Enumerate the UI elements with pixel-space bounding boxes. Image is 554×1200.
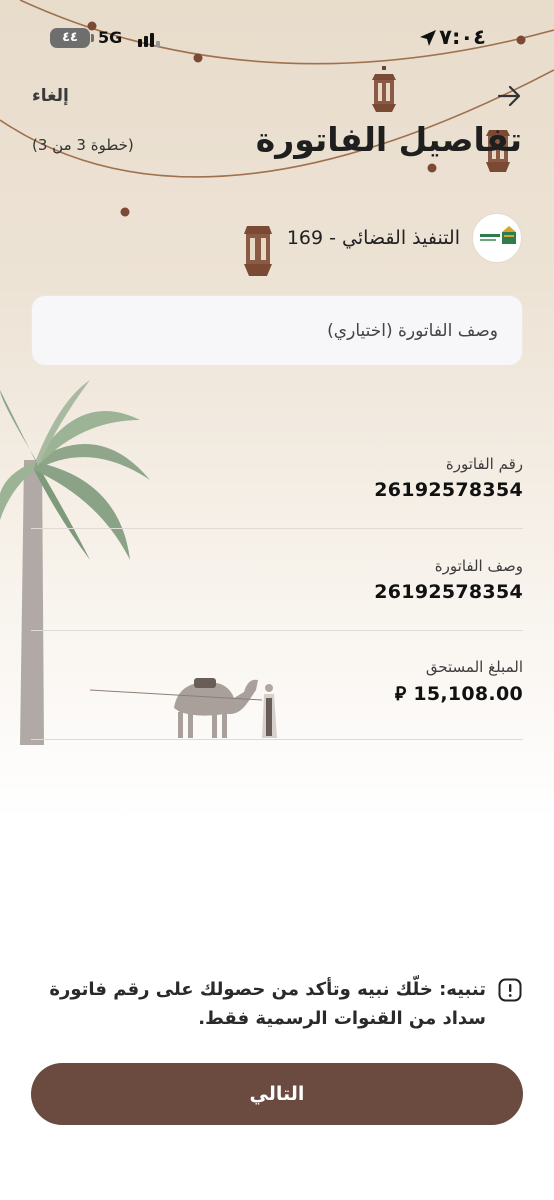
amount-value: ⃁ 15,108.00 <box>394 683 523 705</box>
signal-icon <box>138 29 162 47</box>
detail-label: رقم الفاتورة <box>445 455 523 473</box>
detail-bill-number: رقم الفاتورة 26192578354 <box>31 455 523 501</box>
network-label: 5G <box>98 28 123 47</box>
warning-text: تنبيه: خلّك نبيه وتأكد من حصولك على رقم … <box>49 979 486 1029</box>
divider <box>31 630 523 631</box>
exclamation-icon <box>498 978 522 1002</box>
biller-logo <box>472 213 522 263</box>
status-bar: ٤٤ 5G ٧:٠٤ <box>0 22 554 54</box>
next-button[interactable]: التالي <box>31 1063 523 1125</box>
detail-bill-description: وصف الفاتورة 26192578354 <box>31 557 523 603</box>
cancel-button[interactable]: إلغاء <box>32 86 69 106</box>
detail-value: 26192578354 <box>374 479 523 501</box>
page-title: تفاصيل الفاتورة <box>255 120 522 159</box>
step-indicator: (خطوة 3 من 3) <box>32 136 134 154</box>
biller-name: 169 - التنفيذ القضائي <box>286 227 460 249</box>
location-arrow-icon <box>420 30 436 46</box>
detail-label: المبلغ المستحق <box>425 658 523 676</box>
bill-description-input[interactable] <box>31 295 523 366</box>
detail-amount-due: المبلغ المستحق ⃁ 15,108.00 <box>31 658 523 706</box>
detail-value: 26192578354 <box>374 581 523 603</box>
detail-label: وصف الفاتورة <box>434 557 523 575</box>
divider <box>31 528 523 529</box>
ministry-of-justice-logo <box>480 226 516 244</box>
arrow-right-icon[interactable] <box>496 84 522 108</box>
battery-indicator: ٤٤ <box>50 28 94 48</box>
clock: ٧:٠٤ <box>439 25 486 49</box>
divider <box>31 739 523 740</box>
